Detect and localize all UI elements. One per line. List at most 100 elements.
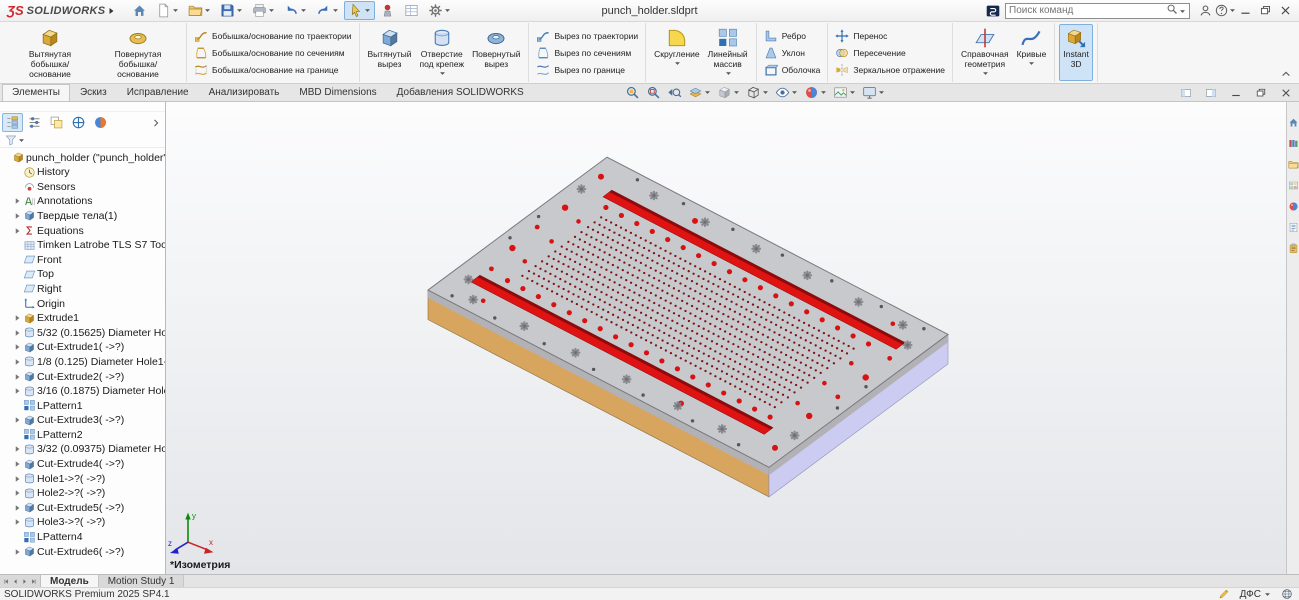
tab-sketch[interactable]: Эскиз xyxy=(70,84,117,101)
dimxpertmanager-tab[interactable] xyxy=(68,113,89,132)
tree-item[interactable]: LPattern1 xyxy=(0,398,165,413)
expand-arrow-icon[interactable] xyxy=(13,548,22,556)
rollback-button[interactable] xyxy=(376,1,399,20)
solidworks-badge-icon[interactable] xyxy=(986,4,1000,18)
tree-item[interactable]: History xyxy=(0,165,165,180)
tab-repair[interactable]: Исправление xyxy=(117,84,199,101)
tab-scroll-last-button[interactable] xyxy=(30,578,37,585)
section-view-button[interactable] xyxy=(685,85,714,101)
draft-button[interactable]: Уклон xyxy=(761,44,824,61)
restore-button[interactable] xyxy=(1255,2,1275,20)
menu-expand-icon[interactable] xyxy=(108,7,116,15)
graphics-area[interactable]: y x z *Изометрия xyxy=(166,102,1286,574)
intersect-button[interactable]: Пересечение xyxy=(832,44,948,61)
globe-icon[interactable] xyxy=(1281,588,1293,600)
tab-features[interactable]: Элементы xyxy=(2,84,70,101)
mirror-button[interactable]: Зеркальное отражение xyxy=(832,61,948,78)
panel-expand-button[interactable] xyxy=(151,118,163,128)
curves-button[interactable]: Кривые xyxy=(1013,24,1051,81)
view-palette-tab[interactable] xyxy=(1287,179,1299,191)
tab-scroll-prev-button[interactable] xyxy=(12,578,19,585)
linear-pattern-button[interactable]: Линейныймассив xyxy=(704,24,752,81)
3d-model-view[interactable]: y x z *Изометрия xyxy=(166,102,1286,574)
zoom-area-button[interactable] xyxy=(643,85,664,101)
file-explorer-tab[interactable] xyxy=(1287,158,1299,170)
boundary-boss-button[interactable]: Бобышка/основание на границе xyxy=(191,61,355,78)
expand-arrow-icon[interactable] xyxy=(13,387,22,395)
expand-arrow-icon[interactable] xyxy=(13,329,22,337)
revolved-boss-button[interactable]: Повернутаябобышка/основание xyxy=(94,24,182,81)
configurationmanager-tab[interactable] xyxy=(46,113,67,132)
tree-item[interactable]: 3/16 (0.1875) Diameter Hole1->?( xyxy=(0,384,165,399)
user-account-button[interactable] xyxy=(1195,2,1215,20)
tree-item[interactable]: Extrude1 xyxy=(0,311,165,326)
undo-button[interactable] xyxy=(280,1,311,20)
search-input[interactable] xyxy=(1009,5,1164,16)
expand-arrow-icon[interactable] xyxy=(13,343,22,351)
view-settings-button[interactable] xyxy=(859,85,888,101)
search-icons[interactable] xyxy=(1166,3,1186,18)
tab-mbd-dimensions[interactable]: MBD Dimensions xyxy=(289,84,386,101)
tree-item[interactable]: 1/8 (0.125) Diameter Hole1->?( -> xyxy=(0,355,165,370)
expand-arrow-icon[interactable] xyxy=(13,373,22,381)
unit-system-selector[interactable]: ДФС xyxy=(1240,589,1271,600)
expand-arrow-icon[interactable] xyxy=(13,314,22,322)
tree-item[interactable]: Right xyxy=(0,282,165,297)
tree-item[interactable]: Cut-Extrude1( ->?) xyxy=(0,340,165,355)
doc-close-button[interactable] xyxy=(1277,85,1295,101)
revolved-cut-button[interactable]: Повернутыйвырез xyxy=(468,24,524,81)
pane-split-right-button[interactable] xyxy=(1202,85,1220,101)
select-button[interactable] xyxy=(344,1,375,20)
save-button[interactable] xyxy=(216,1,247,20)
tree-item[interactable]: Твердые тела(1) xyxy=(0,209,165,224)
reference-geometry-button[interactable]: Справочнаягеометрия xyxy=(957,24,1013,81)
move-button[interactable]: Перенос xyxy=(832,27,948,44)
tree-item[interactable]: punch_holder ("punch_holder" Defau xyxy=(0,150,165,165)
tree-item[interactable]: Timken Latrobe TLS S7 Tool Steel xyxy=(0,238,165,253)
tab-evaluate[interactable]: Анализировать xyxy=(199,84,290,101)
extruded-boss-button[interactable]: Вытянутаябобышка/основание xyxy=(6,24,94,81)
rib-button[interactable]: Ребро xyxy=(761,27,824,44)
expand-arrow-icon[interactable] xyxy=(13,227,22,235)
tree-item[interactable]: Annotations xyxy=(0,194,165,209)
display-style-button[interactable] xyxy=(743,85,772,101)
pane-split-left-button[interactable] xyxy=(1177,85,1195,101)
tree-item[interactable]: Hole2->?( ->?) xyxy=(0,486,165,501)
expand-arrow-icon[interactable] xyxy=(13,518,22,526)
instant-3d-button[interactable]: Instant3D xyxy=(1059,24,1093,81)
tree-item[interactable]: Cut-Extrude6( ->?) xyxy=(0,544,165,559)
expand-arrow-icon[interactable] xyxy=(13,504,22,512)
tree-filter-button[interactable] xyxy=(2,132,28,148)
zoom-fit-button[interactable] xyxy=(622,85,643,101)
expand-arrow-icon[interactable] xyxy=(13,445,22,453)
tree-item[interactable]: Origin xyxy=(0,296,165,311)
solidworks-logo[interactable]: ƷS SOLIDWORKS xyxy=(4,3,116,18)
appearances-tab[interactable] xyxy=(1287,200,1299,212)
tree-item[interactable]: Equations xyxy=(0,223,165,238)
expand-arrow-icon[interactable] xyxy=(13,460,22,468)
panel-splitter[interactable] xyxy=(0,102,165,112)
expand-arrow-icon[interactable] xyxy=(13,489,22,497)
print-button[interactable] xyxy=(248,1,279,20)
tree-item[interactable]: Front xyxy=(0,252,165,267)
new-document-button[interactable] xyxy=(152,1,183,20)
featuremanager-tab[interactable] xyxy=(2,113,23,132)
expand-arrow-icon[interactable] xyxy=(13,358,22,366)
design-library-tab[interactable] xyxy=(1287,137,1299,149)
expand-arrow-icon[interactable] xyxy=(13,212,22,220)
pencil-icon[interactable] xyxy=(1218,588,1230,600)
collapse-ribbon-button[interactable] xyxy=(1278,67,1294,81)
extruded-cut-button[interactable]: Вытянутыйвырез xyxy=(364,24,416,81)
file-properties-button[interactable] xyxy=(400,1,423,20)
view-orientation-button[interactable] xyxy=(714,85,743,101)
minimize-button[interactable] xyxy=(1235,2,1255,20)
tab-scroll-next-button[interactable] xyxy=(21,578,28,585)
apply-scene-button[interactable] xyxy=(830,85,859,101)
doc-minimize-button[interactable] xyxy=(1227,85,1245,101)
help-button[interactable] xyxy=(1215,2,1235,20)
tab-scroll-first-button[interactable] xyxy=(3,578,10,585)
model-tab[interactable]: Модель xyxy=(41,575,99,587)
tree-item[interactable]: Hole3->?( ->?) xyxy=(0,515,165,530)
close-button[interactable] xyxy=(1275,2,1295,20)
boundary-cut-button[interactable]: Вырез по границе xyxy=(533,61,641,78)
